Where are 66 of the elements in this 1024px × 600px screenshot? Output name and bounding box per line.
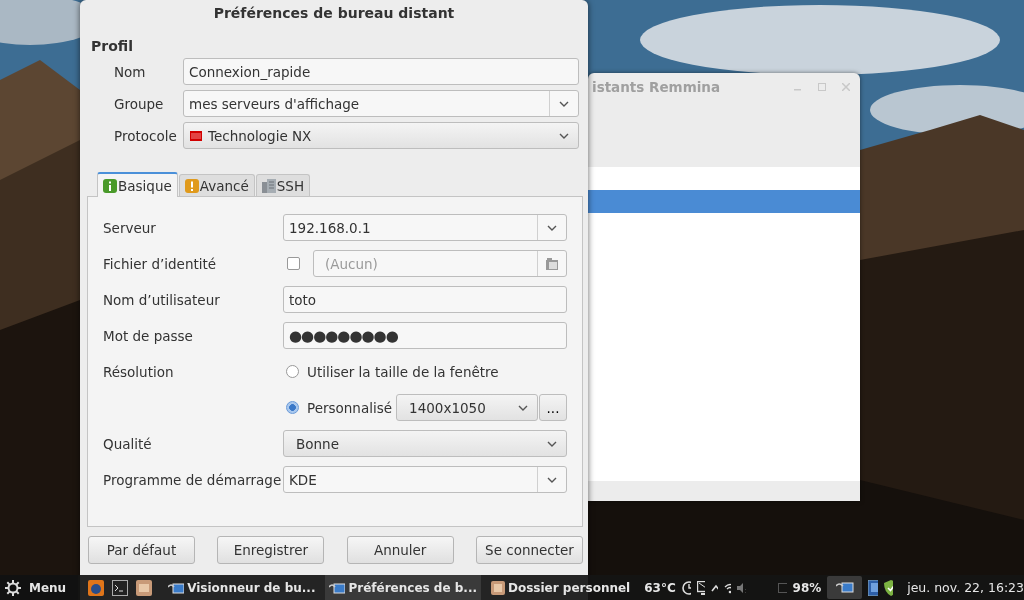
chevron-icon <box>547 476 557 483</box>
dialog-button[interactable]: Annuler <box>346 536 454 564</box>
menu-button[interactable]: Menu <box>0 575 79 600</box>
temperature-reading: 63°C <box>644 580 676 595</box>
field-label: Nom <box>114 62 147 82</box>
remote-desktop-icon <box>168 581 185 594</box>
folder-icon <box>491 580 505 595</box>
chevron-icon <box>547 224 557 231</box>
taskbar-button[interactable]: Dossier personnel <box>487 575 635 600</box>
field-label: Fichier d’identité <box>103 254 218 274</box>
combo-field[interactable]: mes serveurs d'affichage <box>183 90 579 117</box>
input-field[interactable]: Connexion_rapide <box>183 58 579 85</box>
taskbar-button[interactable]: Visionneur de bu... <box>164 575 320 600</box>
folder-icon[interactable] <box>136 579 153 596</box>
dialog-button[interactable]: Par défaut <box>88 536 195 564</box>
checkbox[interactable] <box>287 257 300 270</box>
gear-icon <box>5 579 21 596</box>
field-label: Mot de passe <box>103 326 194 346</box>
field-label: Qualité <box>103 434 153 454</box>
combo-field[interactable]: KDE <box>283 466 567 493</box>
info-icon <box>103 178 117 193</box>
muted-speaker-icon[interactable] <box>737 581 746 594</box>
dropdown[interactable]: 1400x1050 <box>396 394 538 421</box>
window-icon[interactable] <box>868 579 879 596</box>
chevron-icon <box>518 404 528 411</box>
chevron-icon <box>547 440 557 447</box>
input-field[interactable]: ●●●●●●●●● <box>283 322 567 349</box>
clock[interactable]: jeu. nov. 22, 16:23 <box>907 580 1024 595</box>
wifi-icon[interactable] <box>723 581 732 594</box>
radio-option[interactable]: Personnalisé <box>283 399 393 416</box>
more-button[interactable]: ... <box>539 394 567 421</box>
combo-field[interactable]: 192.168.0.1 <box>283 214 567 241</box>
warning-icon <box>184 178 199 193</box>
terminal-icon[interactable] <box>112 579 129 596</box>
shield-icon[interactable] <box>884 579 894 596</box>
input-field[interactable]: toto <box>283 286 567 313</box>
dialog-button[interactable]: Enregistrer <box>217 536 325 564</box>
remote-desktop-icon <box>835 580 854 595</box>
folder-icon <box>546 257 558 270</box>
browser-icon[interactable] <box>88 579 105 596</box>
tab[interactable]: SSH <box>255 174 311 196</box>
field-label: Protocole <box>114 126 178 146</box>
section-heading: Profil <box>91 38 134 56</box>
dialog-button[interactable]: Se connecter <box>476 536 583 564</box>
dropdown[interactable]: Bonne <box>283 430 567 457</box>
chevron-icon <box>559 100 569 107</box>
server-icon <box>261 178 276 193</box>
tab[interactable]: Avancé <box>178 174 255 196</box>
field-label: Groupe <box>114 94 165 114</box>
field-label: Nom d’utilisateur <box>103 290 221 310</box>
remote-desktop-icon <box>329 581 346 594</box>
field-label: Résolution <box>103 362 175 382</box>
window-title: istants Remmina <box>592 79 721 95</box>
display-icon[interactable] <box>696 580 706 595</box>
chevron-icon <box>559 132 569 139</box>
dropdown[interactable]: Technologie NX <box>183 122 579 149</box>
field-label: Programme de démarrage <box>103 470 283 490</box>
taskbar-button[interactable]: Préférences de b... <box>325 575 481 600</box>
window-title: Préférences de bureau distant <box>212 4 456 23</box>
monitor-icon <box>190 129 202 142</box>
tab[interactable]: Basique <box>97 172 178 197</box>
radio-option[interactable]: Utiliser la taille de la fenêtre <box>283 363 499 380</box>
battery-percentage: 98% <box>792 580 822 595</box>
chevron-up-icon[interactable] <box>711 583 718 592</box>
field-label: Serveur <box>103 218 157 238</box>
tray-button[interactable] <box>827 576 863 599</box>
